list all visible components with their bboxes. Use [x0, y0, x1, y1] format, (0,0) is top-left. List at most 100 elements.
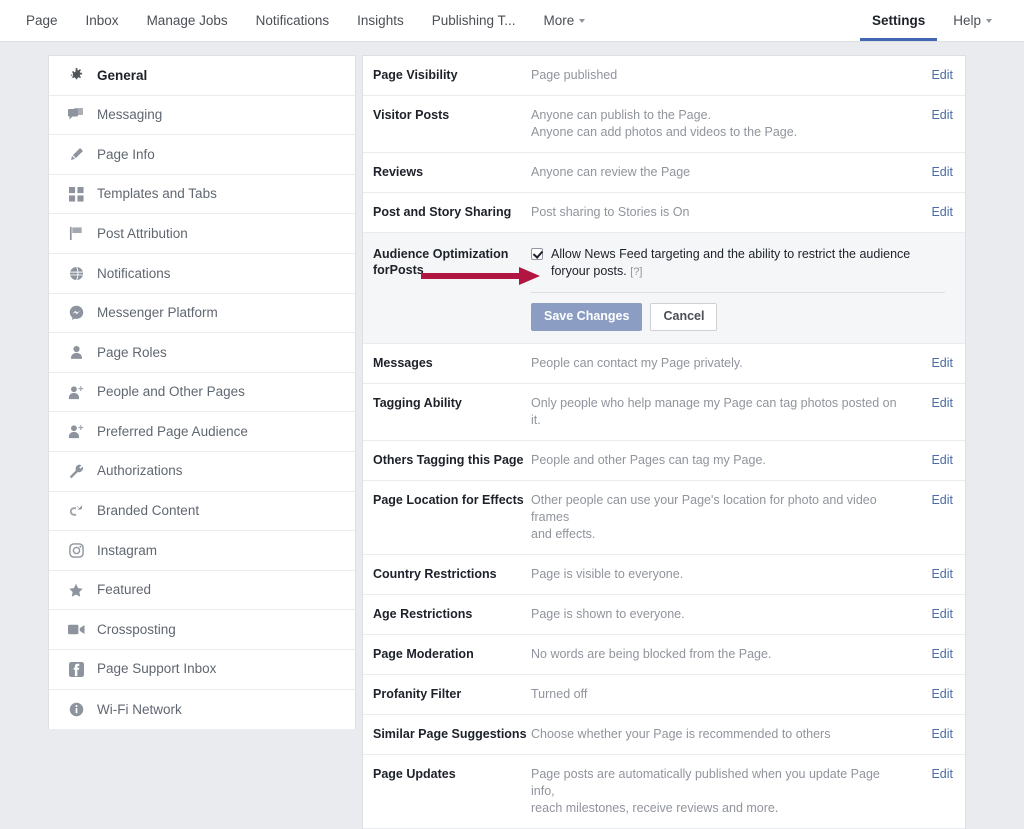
- sidebar-item-post-attribution[interactable]: Post Attribution: [49, 214, 355, 254]
- audience-optimization-title: Audience Optimization forPosts: [363, 246, 540, 331]
- top-nav-item-insights[interactable]: Insights: [343, 0, 418, 41]
- sidebar-item-instagram[interactable]: Instagram: [49, 531, 355, 571]
- settings-sidebar: General Messaging Page Info Templates and T…: [48, 55, 356, 730]
- sidebar-item-label: Featured: [97, 582, 152, 598]
- sidebar-item-label: Instagram: [97, 542, 158, 558]
- settings-row-description-line: Anyone can publish to the Page.: [531, 108, 711, 122]
- settings-row-description: Turned off: [531, 686, 911, 703]
- top-nav-item-label: More: [543, 13, 575, 28]
- edit-link[interactable]: Edit: [911, 766, 965, 817]
- edit-link[interactable]: Edit: [911, 164, 965, 181]
- sidebar-item-messaging[interactable]: Messaging: [49, 96, 355, 136]
- sidebar-item-label: Preferred Page Audience: [97, 423, 248, 439]
- sidebar-item-page-roles[interactable]: Page Roles: [49, 333, 355, 373]
- checkbox-text-line2-wrapper: your posts. [?]: [566, 264, 643, 278]
- sidebar-item-page-support-inbox[interactable]: Page Support Inbox: [49, 650, 355, 690]
- edit-link[interactable]: Edit: [911, 67, 965, 84]
- settings-row-title: Page Location for Effects: [373, 493, 524, 507]
- sidebar-item-preferred-page-audience[interactable]: Preferred Page Audience: [49, 412, 355, 452]
- top-nav-item-manage-jobs[interactable]: Manage Jobs: [133, 0, 242, 41]
- settings-row: Similar Page Suggestions Choose whether y…: [363, 715, 965, 755]
- sidebar-item-authorizations[interactable]: Authorizations: [49, 452, 355, 492]
- settings-row-title: Page Updates: [373, 767, 456, 781]
- sidebar-item-label: Page Info: [97, 146, 155, 162]
- edit-link[interactable]: Edit: [911, 566, 965, 583]
- sidebar-item-label: Messenger Platform: [97, 305, 218, 321]
- top-nav-item-notifications[interactable]: Notifications: [242, 0, 344, 41]
- settings-row-description: Only people who help manage my Page can …: [531, 395, 911, 429]
- edit-link[interactable]: Edit: [911, 646, 965, 663]
- sidebar-item-label: Messaging: [97, 107, 163, 123]
- settings-row-description: Page posts are automatically published w…: [531, 766, 911, 817]
- settings-row-description: Page is shown to everyone.: [531, 606, 911, 623]
- top-nav-item-help[interactable]: Help: [939, 0, 1006, 41]
- top-nav-item-inbox[interactable]: Inbox: [72, 0, 133, 41]
- settings-row: Page Moderation No words are being blocke…: [363, 635, 965, 675]
- save-changes-button[interactable]: Save Changes: [531, 303, 643, 331]
- top-nav-item-label: Settings: [871, 13, 926, 28]
- allow-news-feed-targeting-checkbox[interactable]: [531, 248, 543, 260]
- sidebar-item-general[interactable]: General: [49, 56, 355, 96]
- allow-news-feed-targeting-option: Allow News Feed targeting and the abilit…: [531, 246, 945, 281]
- chevron-down-icon: [986, 18, 992, 23]
- settings-row-title: Similar Page Suggestions: [373, 727, 527, 741]
- settings-row-description-line: Page published: [531, 68, 618, 82]
- person-add-icon: [65, 423, 87, 441]
- sidebar-item-wi-fi-network[interactable]: Wi-Fi Network: [49, 690, 355, 730]
- edit-link[interactable]: Edit: [911, 204, 965, 221]
- settings-row-title: Others Tagging this Page: [373, 453, 524, 467]
- sidebar-item-page-info[interactable]: Page Info: [49, 135, 355, 175]
- edit-link[interactable]: Edit: [911, 355, 965, 372]
- edit-link[interactable]: Edit: [911, 686, 965, 703]
- red-annotation-arrow-icon: [421, 265, 541, 287]
- edit-link[interactable]: Edit: [911, 492, 965, 543]
- top-nav-item-label: Manage Jobs: [146, 13, 228, 28]
- settings-row-description: Page is visible to everyone.: [531, 566, 911, 583]
- edit-link[interactable]: Edit: [911, 726, 965, 743]
- sidebar-item-templates-and-tabs[interactable]: Templates and Tabs: [49, 175, 355, 215]
- top-nav-item-label: Page: [26, 13, 58, 28]
- audience-optimization-button-row: Save Changes Cancel: [531, 303, 945, 331]
- sidebar-item-featured[interactable]: Featured: [49, 571, 355, 611]
- settings-row-description-line: Anyone can add photos and videos to the …: [531, 125, 798, 139]
- settings-row: Page Visibility Page published Edit: [363, 56, 965, 96]
- top-nav-item-more[interactable]: More: [530, 0, 600, 41]
- sidebar-item-label: Templates and Tabs: [97, 186, 217, 202]
- settings-row-description: People and other Pages can tag my Page.: [531, 452, 911, 469]
- edit-link[interactable]: Edit: [911, 606, 965, 623]
- video-icon: [65, 621, 87, 639]
- settings-row-title: Age Restrictions: [373, 607, 473, 621]
- sidebar-item-label: Branded Content: [97, 503, 200, 519]
- top-nav-item-settings[interactable]: Settings: [858, 0, 939, 41]
- sidebar-item-label: Page Roles: [97, 344, 167, 360]
- settings-row-description: Page published: [531, 67, 911, 84]
- sidebar-item-notifications[interactable]: Notifications: [49, 254, 355, 294]
- facebook-icon: [65, 660, 87, 678]
- settings-row-title: Messages: [373, 356, 433, 370]
- sidebar-item-messenger-platform[interactable]: Messenger Platform: [49, 294, 355, 334]
- instagram-icon: [65, 541, 87, 559]
- flag-icon: [65, 225, 87, 243]
- settings-row-description-line: Page is visible to everyone.: [531, 567, 684, 581]
- sidebar-item-branded-content[interactable]: Branded Content: [49, 492, 355, 532]
- sidebar-item-people-and-other-pages[interactable]: People and Other Pages: [49, 373, 355, 413]
- info-icon: [65, 700, 87, 718]
- globe-icon: [65, 264, 87, 282]
- sidebar-item-label: Authorizations: [97, 463, 183, 479]
- top-nav-item-page[interactable]: Page: [12, 0, 72, 41]
- audience-optimization-body: Allow News Feed targeting and the abilit…: [531, 246, 965, 331]
- person-icon: [65, 343, 87, 361]
- settings-row-title: Post and Story Sharing: [373, 205, 512, 219]
- audience-optimization-row: Audience Optimization forPosts Allow News…: [363, 233, 965, 344]
- audience-optimization-title-line2: Posts: [389, 263, 424, 277]
- settings-row: Visitor Posts Anyone can publish to the P…: [363, 96, 965, 153]
- edit-link[interactable]: Edit: [911, 107, 965, 141]
- sidebar-item-label: Page Support Inbox: [97, 661, 217, 677]
- edit-link[interactable]: Edit: [911, 452, 965, 469]
- cancel-button[interactable]: Cancel: [650, 303, 718, 331]
- help-question-mark-link[interactable]: [?]: [630, 266, 642, 278]
- top-nav-item-publishing-t[interactable]: Publishing T...: [418, 0, 530, 41]
- top-nav-item-label: Insights: [357, 13, 404, 28]
- sidebar-item-crossposting[interactable]: Crossposting: [49, 610, 355, 650]
- edit-link[interactable]: Edit: [911, 395, 965, 429]
